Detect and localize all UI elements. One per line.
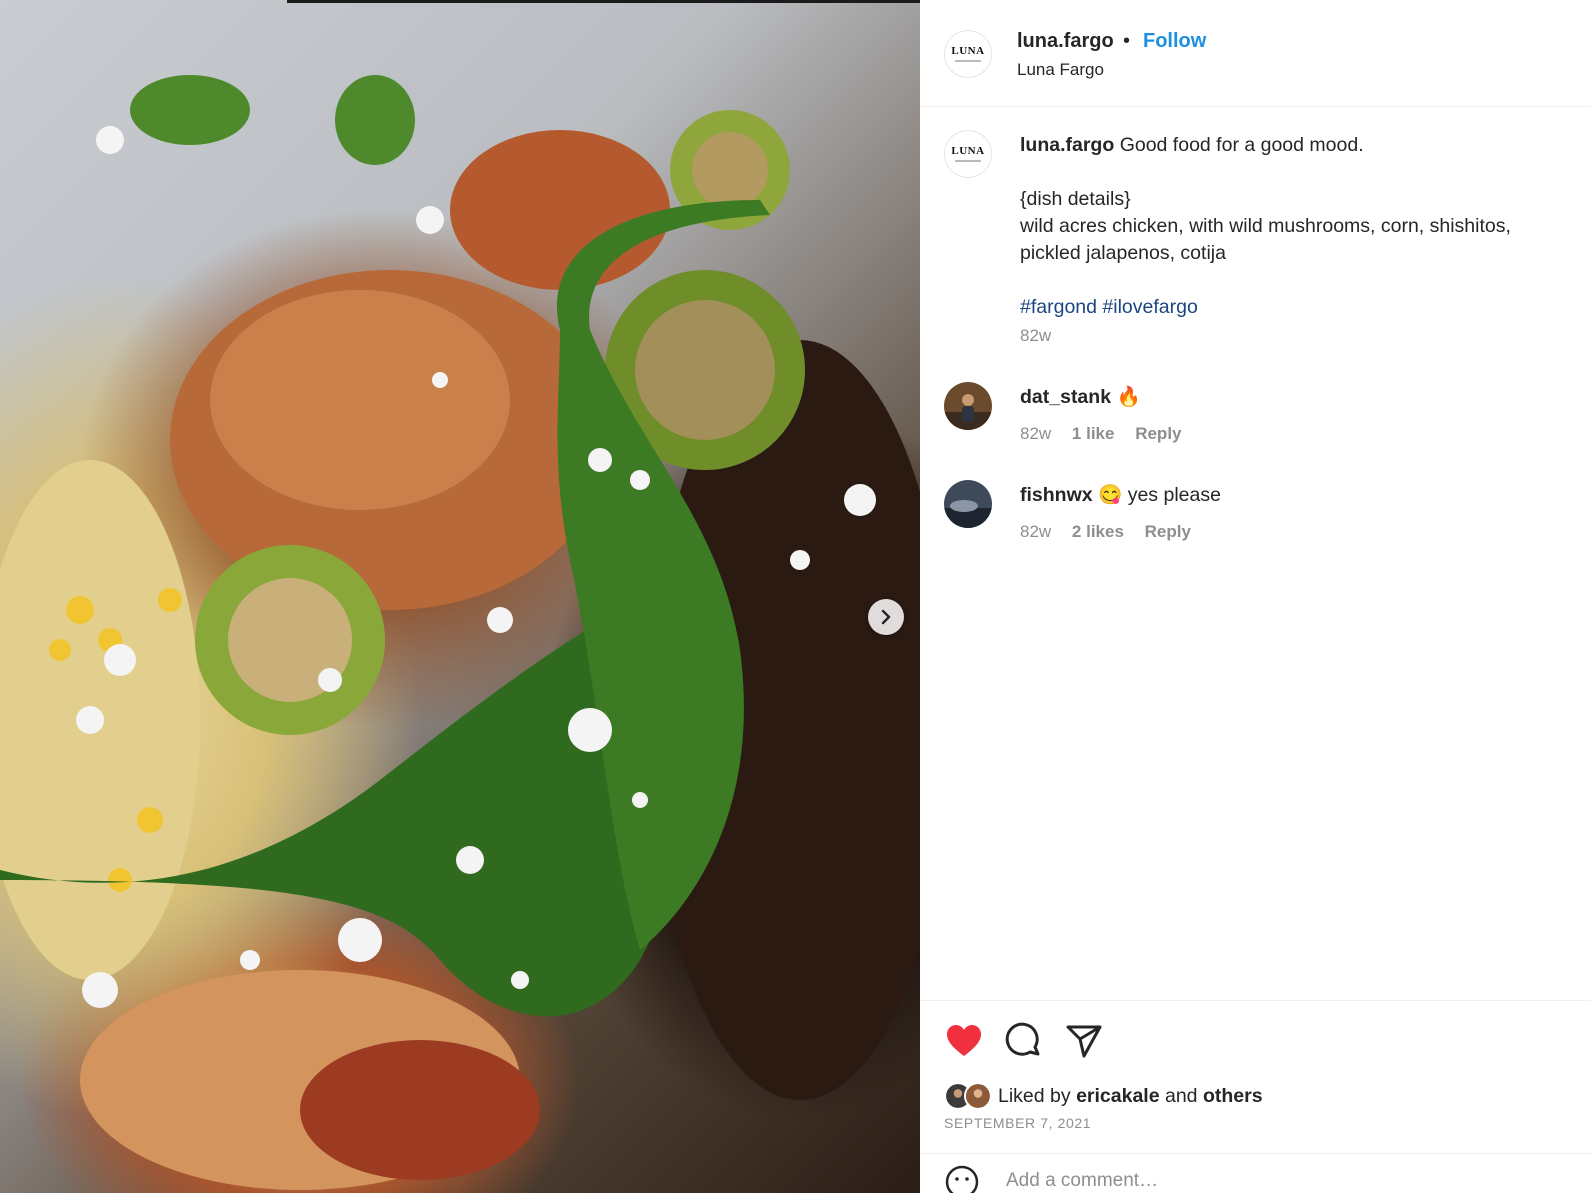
heart-icon[interactable] xyxy=(944,1021,984,1061)
paper-plane-icon[interactable] xyxy=(1064,1021,1104,1061)
comment-likes[interactable]: 1 like xyxy=(1072,424,1115,443)
liked-by-others[interactable]: others xyxy=(1203,1085,1263,1108)
logo-underline xyxy=(955,160,981,162)
comment-username[interactable]: fishnwx xyxy=(1020,484,1093,506)
caption-avatar[interactable]: LUNA xyxy=(944,130,992,178)
follow-button[interactable]: Follow xyxy=(1143,30,1206,53)
post-photo[interactable] xyxy=(0,0,920,1193)
logo-underline xyxy=(955,60,981,62)
add-comment-bar: Add a comment… xyxy=(920,1153,1591,1193)
dish-illustration xyxy=(0,75,920,1190)
caption-text: luna.fargo Good food for a good mood. {d… xyxy=(1020,132,1580,321)
comment-meta: 82w 1 like Reply xyxy=(1020,424,1198,444)
caption-username[interactable]: luna.fargo xyxy=(1020,134,1114,156)
add-comment-input[interactable]: Add a comment… xyxy=(1006,1170,1158,1192)
caption-timestamp: 82w xyxy=(1020,326,1052,345)
post-header: LUNA luna.fargo • Follow Luna Fargo xyxy=(920,0,1591,107)
comment-text: dat_stank 🔥 xyxy=(1020,385,1141,409)
comment-item: dat_stank 🔥 82w 1 like Reply xyxy=(920,382,1591,462)
liked-by-prefix: Liked by xyxy=(998,1084,1071,1107)
location-link[interactable]: Luna Fargo xyxy=(1017,60,1104,80)
smiley-icon[interactable] xyxy=(944,1164,980,1193)
comment-item: fishnwx 😋 yes please 82w 2 likes Reply xyxy=(920,480,1591,560)
reply-button[interactable]: Reply xyxy=(1135,424,1181,443)
comment-likes[interactable]: 2 likes xyxy=(1072,522,1124,541)
post-actions: Liked by ericakale and others SEPTEMBER … xyxy=(920,1000,1591,1153)
post-side-panel: LUNA luna.fargo • Follow Luna Fargo LUNA… xyxy=(920,0,1591,1193)
reply-button[interactable]: Reply xyxy=(1145,522,1191,541)
liked-by-summary[interactable]: Liked by ericakale and others xyxy=(944,1081,1263,1111)
caption-line: luna.fargo Good food for a good mood. xyxy=(1020,132,1580,159)
account-username[interactable]: luna.fargo xyxy=(1017,30,1114,53)
comment-username[interactable]: dat_stank xyxy=(1020,386,1111,408)
comment-body: 🔥 xyxy=(1116,386,1141,408)
comment-time: 82w xyxy=(1020,522,1052,541)
caption-line: {dish details} xyxy=(1020,188,1131,210)
avatar xyxy=(964,1082,992,1110)
liked-by-and: and xyxy=(1164,1084,1198,1107)
avatar[interactable] xyxy=(944,480,992,528)
separator-dot: • xyxy=(1123,30,1131,52)
caption-line: wild acres chicken, with wild mushrooms,… xyxy=(1020,215,1511,237)
post-date: SEPTEMBER 7, 2021 xyxy=(944,1115,1092,1131)
caption-line-text: Good food for a good mood. xyxy=(1119,134,1364,156)
comment-body: 😋 yes please xyxy=(1098,484,1221,506)
account-avatar[interactable]: LUNA xyxy=(944,30,992,78)
caption-line xyxy=(1020,267,1580,294)
comment-icon[interactable] xyxy=(1004,1021,1044,1061)
comment-meta: 82w 2 likes Reply xyxy=(1020,522,1207,542)
caption-line: pickled jalapenos, cotija xyxy=(1020,242,1226,264)
chevron-right-icon xyxy=(881,609,891,625)
next-image-button[interactable] xyxy=(868,599,904,635)
avatar[interactable] xyxy=(944,382,992,430)
caption-line xyxy=(1020,159,1580,186)
liked-by-user[interactable]: ericakale xyxy=(1076,1085,1160,1108)
hashtag-links[interactable]: #fargond #ilovefargo xyxy=(1020,294,1580,321)
luna-logo-text: LUNA xyxy=(951,45,985,57)
comment-time: 82w xyxy=(1020,424,1052,443)
comment-text: fishnwx 😋 yes please xyxy=(1020,483,1221,507)
luna-logo-text: LUNA xyxy=(951,145,985,157)
